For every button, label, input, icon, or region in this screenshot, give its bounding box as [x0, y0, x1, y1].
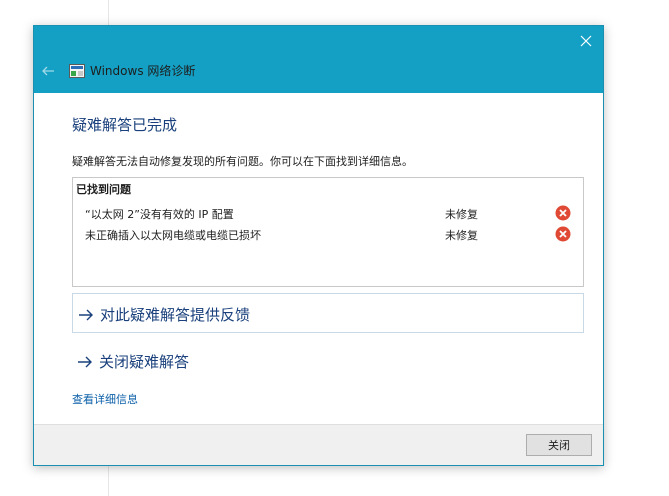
problem-text: “以太网 2”没有有效的 IP 配置: [85, 208, 234, 221]
page-description: 疑难解答无法自动修复发现的所有问题。你可以在下面找到详细信息。: [72, 155, 413, 168]
error-icon: [555, 226, 571, 242]
problem-status: 未修复: [445, 208, 478, 221]
network-diagnostics-icon: [69, 64, 85, 78]
problem-status: 未修复: [445, 229, 478, 242]
close-icon[interactable]: [577, 32, 595, 50]
diagnostics-dialog: Windows 网络诊断 疑难解答已完成 疑难解答无法自动修复发现的所有问题。你…: [33, 25, 604, 466]
error-icon: [555, 205, 571, 221]
title-bar: Windows 网络诊断: [34, 26, 603, 93]
arrow-right-icon: [79, 309, 93, 320]
problem-row: 未正确插入以太网电缆或电缆已损坏 未修复: [73, 224, 583, 244]
close-troubleshooter-label: 关闭疑难解答: [99, 353, 190, 371]
dialog-footer: 关闭: [34, 424, 603, 465]
view-details-link[interactable]: 查看详细信息: [72, 391, 138, 407]
feedback-link[interactable]: 对此疑难解答提供反馈: [78, 304, 250, 325]
window-title: Windows 网络诊断: [90, 64, 196, 78]
arrow-right-icon: [78, 356, 92, 367]
close-troubleshooter-link[interactable]: 关闭疑难解答: [77, 351, 189, 372]
problems-list: 已找到问题 “以太网 2”没有有效的 IP 配置 未修复 未正确插入以太网电缆或…: [72, 177, 584, 287]
problem-text: 未正确插入以太网电缆或电缆已损坏: [85, 229, 261, 242]
back-arrow-icon[interactable]: [40, 63, 56, 79]
feedback-link-box[interactable]: 对此疑难解答提供反馈: [72, 293, 584, 333]
problems-header: 已找到问题: [76, 183, 131, 196]
problem-row: “以太网 2”没有有效的 IP 配置 未修复: [73, 203, 583, 223]
page-heading: 疑难解答已完成: [72, 116, 178, 134]
feedback-link-label: 对此疑难解答提供反馈: [100, 306, 251, 324]
close-button[interactable]: 关闭: [526, 434, 592, 456]
